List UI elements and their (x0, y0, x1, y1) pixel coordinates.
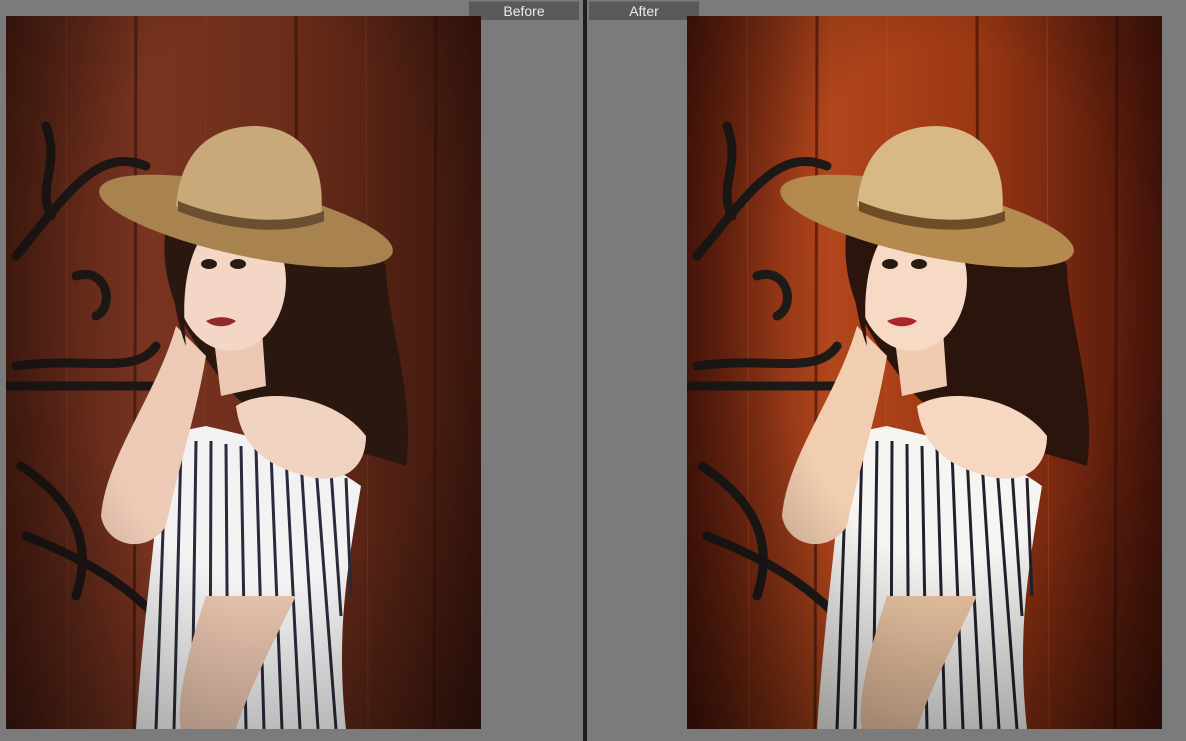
after-photo-image (687, 16, 1162, 729)
after-pane: After (587, 0, 1186, 741)
before-photo-image (6, 16, 481, 729)
before-photo[interactable] (6, 16, 481, 729)
before-after-compare-view: Before After (0, 0, 1186, 741)
before-label: Before (469, 1, 579, 20)
after-label: After (589, 1, 699, 20)
after-photo[interactable] (687, 16, 1162, 729)
before-pane: Before (0, 0, 583, 741)
